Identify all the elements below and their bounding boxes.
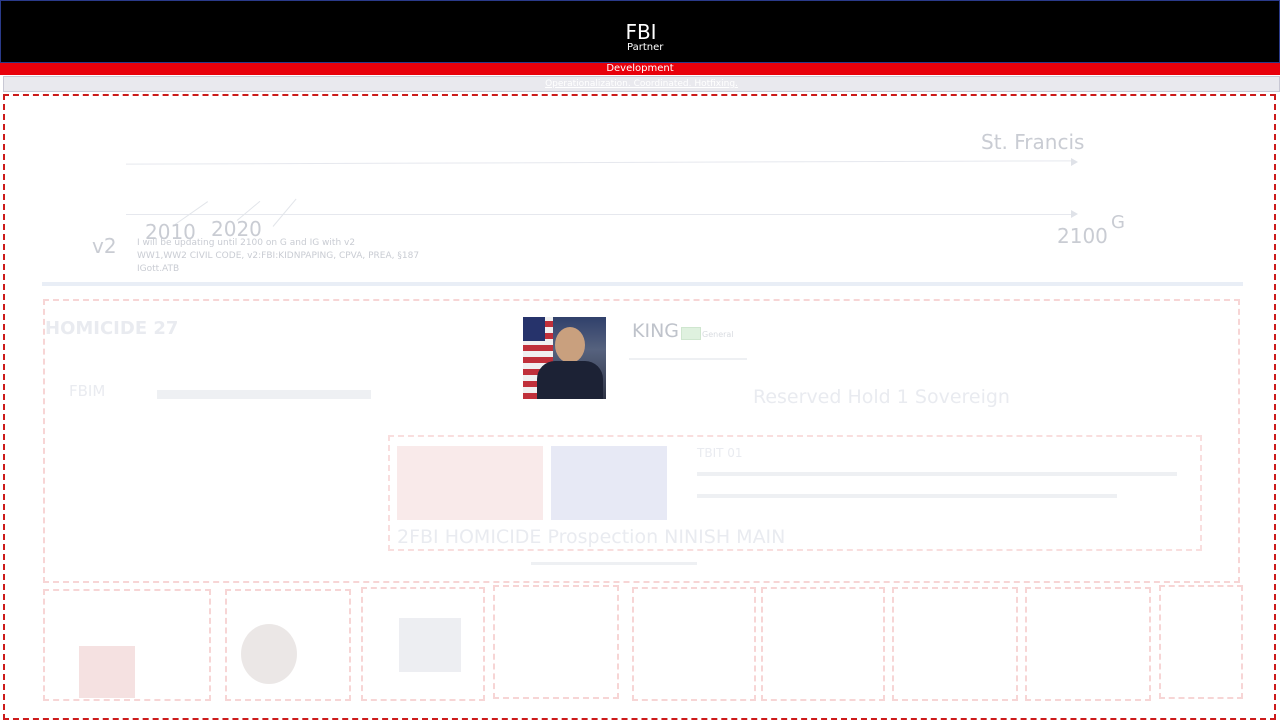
timeline-lower-line: [126, 214, 1072, 215]
app-header: FBI Partner: [0, 0, 1280, 63]
inner-card-image-1: [397, 446, 543, 520]
timeline-upper-arrow-icon: [1071, 158, 1078, 166]
g-label: G: [1111, 212, 1125, 233]
main-content-frame: St. Francis v2 2010 2020 2100 G I will b…: [3, 94, 1276, 720]
top-link-bar[interactable]: Operationalization. Coordinated. Hotfixi…: [3, 76, 1280, 92]
timeline-note-line-2: WW1,WW2 CIVIL CODE, v2:FBI:KIDNPAPING, C…: [137, 251, 420, 261]
section-separator: [42, 282, 1243, 286]
bottom-card-4[interactable]: [493, 585, 619, 699]
inner-card-line-2: [697, 494, 1117, 498]
faded-item-label: FBIM: [69, 382, 106, 400]
bottom-card-6[interactable]: [761, 587, 885, 701]
timeline-note-line-1: I will be updating until 2100 on G and I…: [137, 238, 356, 248]
year-2100-label: 2100: [1057, 224, 1108, 248]
timeline-note-line-3: IGott.ATB: [137, 264, 180, 274]
environment-banner: Development: [0, 63, 1280, 75]
timeline-lower-arrow-icon: [1071, 210, 1078, 218]
bottom-card-9[interactable]: [1159, 585, 1243, 699]
timeline-end-label: St. Francis: [981, 130, 1085, 154]
bottom-card-7[interactable]: [892, 587, 1018, 701]
app-title: FBI: [625, 20, 657, 44]
bottom-card-1-image: [79, 646, 135, 698]
inner-card-subcaption: [531, 562, 697, 565]
bottom-card-5[interactable]: [632, 587, 756, 701]
version-label: v2: [92, 234, 117, 258]
faded-big-heading: Reserved Hold 1 Sovereign: [753, 386, 1010, 408]
inner-card-title: TBIT 01: [697, 446, 743, 460]
inner-card-caption: 2FBI HOMICIDE Prospection NINISH MAIN: [397, 526, 786, 548]
inner-card-image-2: [551, 446, 667, 520]
inner-card-line-1: [697, 472, 1177, 476]
app-subtitle: Partner: [627, 42, 664, 53]
bottom-card-3-image: [399, 618, 461, 672]
profile-photo: [523, 317, 606, 399]
bottom-card-2-image: [241, 624, 297, 684]
faded-item-bar: [157, 390, 371, 399]
status-badge-label: General: [702, 330, 734, 339]
profile-underline: [629, 358, 747, 360]
profile-name: KING: [632, 320, 679, 342]
timeline-tick-extra: [272, 198, 297, 227]
status-badge-icon: [681, 327, 701, 340]
timeline-upper-line: [126, 160, 1072, 165]
bottom-card-8[interactable]: [1025, 587, 1151, 701]
faded-heading: HOMICIDE 27: [45, 318, 179, 339]
